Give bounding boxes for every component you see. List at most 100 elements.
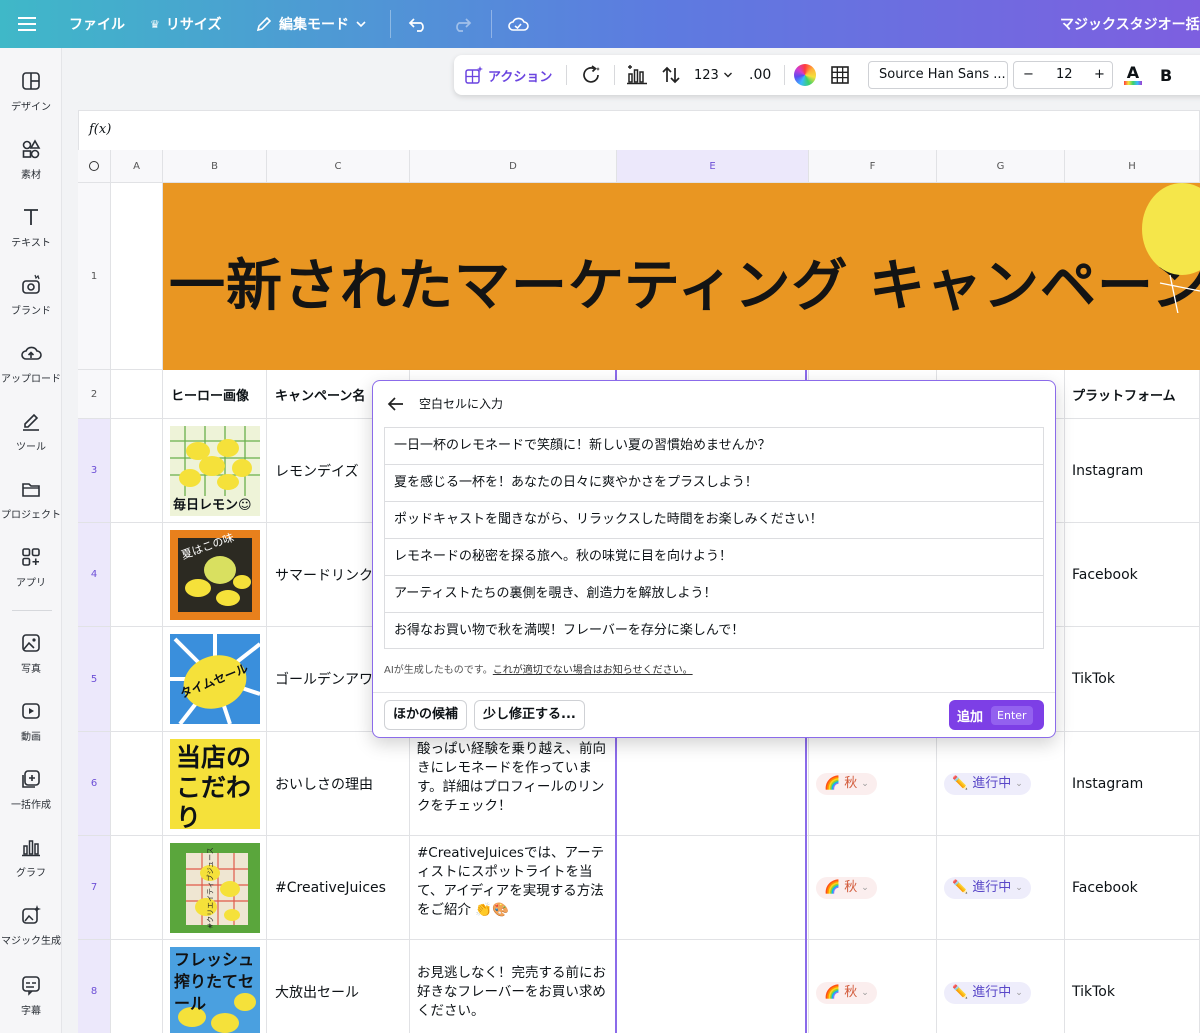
decimal-places-button[interactable]: .00 <box>749 55 771 95</box>
sidebar-item-magic-media[interactable]: マジック生成 <box>0 904 62 947</box>
sidebar-item-upload[interactable]: アップロード <box>0 342 62 385</box>
color-picker-button[interactable] <box>794 55 816 95</box>
row-header-8[interactable]: 8 <box>78 940 111 1033</box>
cell-f6[interactable]: 🌈 秋 ⌄ <box>809 732 937 836</box>
cell-d6[interactable]: 酸っぱい経験を乗り越え、前向きにレモネードを作っています。詳細はプロフィールのリ… <box>410 732 617 836</box>
menu-button[interactable] <box>18 0 36 48</box>
edit-mode-dropdown[interactable]: 編集モード <box>255 0 367 48</box>
sidebar-item-projects[interactable]: プロジェクト <box>0 478 62 521</box>
column-header-e[interactable]: E <box>617 150 809 183</box>
font-family-selector[interactable]: Source Han Sans ... <box>868 61 1008 89</box>
cell-c6[interactable]: おいしさの理由 <box>267 732 410 836</box>
column-header-c[interactable]: C <box>267 150 410 183</box>
sidebar-item-captions[interactable]: 字幕 <box>0 974 62 1017</box>
sidebar-item-tools[interactable]: ツール <box>0 410 62 453</box>
cell-a2[interactable] <box>111 370 163 419</box>
sort-button[interactable] <box>660 55 682 95</box>
cell-a8[interactable] <box>111 940 163 1033</box>
formula-bar[interactable]: f(x) <box>78 110 1200 150</box>
season-chip[interactable]: 🌈 秋 ⌄ <box>816 773 877 795</box>
sidebar-item-apps[interactable]: アプリ <box>0 546 62 589</box>
sidebar-item-charts[interactable]: グラフ <box>0 836 62 879</box>
magic-studio-button[interactable]: マジックスタジオー括編 <box>1060 0 1200 48</box>
refresh-button[interactable] <box>580 55 602 95</box>
cell-h3[interactable]: Instagram <box>1065 419 1200 523</box>
cell-a6[interactable] <box>111 732 163 836</box>
suggestion-item[interactable]: 一日一杯のレモネードで笑顔に！新しい夏の習慣始めませんか？ <box>384 427 1044 464</box>
insert-chart-button[interactable] <box>626 55 648 95</box>
add-button[interactable]: 追加 Enter <box>949 700 1044 730</box>
row-header-7[interactable]: 7 <box>78 836 111 940</box>
adjust-button[interactable]: 少し修正する... <box>474 700 585 730</box>
bold-button[interactable]: B <box>1160 55 1172 95</box>
borders-button[interactable] <box>830 55 850 95</box>
suggestion-item[interactable]: 夏を感じる一杯を！あなたの日々に爽やかさをプラスしよう！ <box>384 464 1044 501</box>
cell-a7[interactable] <box>111 836 163 940</box>
row-header-4[interactable]: 4 <box>78 523 111 627</box>
cell-h4[interactable]: Facebook <box>1065 523 1200 627</box>
cell-h8[interactable]: TikTok <box>1065 940 1200 1033</box>
cell-a5[interactable] <box>111 627 163 732</box>
cell-a1[interactable] <box>111 183 163 370</box>
sidebar-item-elements[interactable]: 素材 <box>0 138 62 181</box>
row-header-6[interactable]: 6 <box>78 732 111 836</box>
cell-g8[interactable]: ✏️ 進行中 ⌄ <box>937 940 1065 1033</box>
cell-e7[interactable] <box>617 836 809 940</box>
cell-e6[interactable] <box>617 732 809 836</box>
cell-b6[interactable]: 当店のこだわり <box>163 732 267 836</box>
redo-button[interactable] <box>452 0 472 48</box>
select-all-corner[interactable] <box>78 150 111 183</box>
column-header-f[interactable]: F <box>809 150 937 183</box>
cell-a4[interactable] <box>111 523 163 627</box>
column-header-g[interactable]: G <box>937 150 1065 183</box>
font-size-increase[interactable]: + <box>1094 67 1105 82</box>
banner-cell[interactable]: 一新されたマーケティング キャンペーン <box>163 183 1200 370</box>
cell-g6[interactable]: ✏️ 進行中 ⌄ <box>937 732 1065 836</box>
cell-d8[interactable]: お見逃しなく！完売する前にお好きなフレーバーをお買い求めください。 <box>410 940 617 1033</box>
file-menu[interactable]: ファイル <box>69 0 125 48</box>
back-arrow-icon[interactable] <box>387 396 405 412</box>
suggestion-item[interactable]: お得なお買い物で秋を満喫！フレーバーを存分に楽しんで！ <box>384 612 1044 649</box>
cell-b4[interactable]: 夏はこの味 <box>163 523 267 627</box>
cell-g7[interactable]: ✏️ 進行中 ⌄ <box>937 836 1065 940</box>
row-header-2[interactable]: 2 <box>78 370 111 419</box>
text-color-button[interactable]: A <box>1124 55 1142 95</box>
status-chip[interactable]: ✏️ 進行中 ⌄ <box>944 877 1031 899</box>
row-header-1[interactable]: 1 <box>78 183 111 370</box>
font-size-decrease[interactable]: − <box>1023 67 1034 82</box>
cell-c7[interactable]: #CreativeJuices <box>267 836 410 940</box>
cell-d7[interactable]: #CreativeJuicesでは、アーティストにスポットライトを当て、アイディ… <box>410 836 617 940</box>
column-header-h[interactable]: H <box>1065 150 1200 183</box>
row-header-5[interactable]: 5 <box>78 627 111 732</box>
cloud-save-status[interactable] <box>507 0 529 48</box>
number-format-dropdown[interactable]: 123 <box>694 55 733 95</box>
sidebar-item-design[interactable]: デザイン <box>0 70 62 113</box>
column-header-d[interactable]: D <box>410 150 617 183</box>
column-header-b[interactable]: B <box>163 150 267 183</box>
cell-h6[interactable]: Instagram <box>1065 732 1200 836</box>
undo-button[interactable] <box>408 0 428 48</box>
cell-b7[interactable]: #クリエイティブジュース <box>163 836 267 940</box>
action-button[interactable]: アクション <box>464 55 552 95</box>
status-chip[interactable]: ✏️ 進行中 ⌄ <box>944 982 1031 1004</box>
sidebar-item-videos[interactable]: 動画 <box>0 700 62 743</box>
season-chip[interactable]: 🌈 秋 ⌄ <box>816 982 877 1004</box>
suggestion-item[interactable]: アーティストたちの裏側を覗き、創造力を解放しよう！ <box>384 575 1044 612</box>
sidebar-item-text[interactable]: テキスト <box>0 206 62 249</box>
cell-h7[interactable]: Facebook <box>1065 836 1200 940</box>
cell-e8[interactable] <box>617 940 809 1033</box>
header-hero-image[interactable]: ヒーロー画像 <box>163 370 267 419</box>
cell-f8[interactable]: 🌈 秋 ⌄ <box>809 940 937 1033</box>
cell-a3[interactable] <box>111 419 163 523</box>
cell-h5[interactable]: TikTok <box>1065 627 1200 732</box>
sidebar-item-bulk-create[interactable]: 一括作成 <box>0 768 62 811</box>
column-header-a[interactable]: A <box>111 150 163 183</box>
cell-f7[interactable]: 🌈 秋 ⌄ <box>809 836 937 940</box>
suggestion-item[interactable]: レモネードの秘密を探る旅へ。秋の味覚に目を向けよう！ <box>384 538 1044 575</box>
cell-b8[interactable]: フレッシュ搾りたてセール <box>163 940 267 1033</box>
header-platform[interactable]: プラットフォーム <box>1065 370 1200 419</box>
row-header-3[interactable]: 3 <box>78 419 111 523</box>
season-chip[interactable]: 🌈 秋 ⌄ <box>816 877 877 899</box>
cell-b3[interactable]: 毎日レモン☺ <box>163 419 267 523</box>
other-suggestions-button[interactable]: ほかの候補 <box>384 700 468 730</box>
